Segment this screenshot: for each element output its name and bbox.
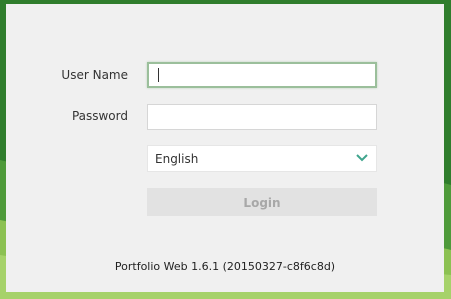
text-cursor <box>158 68 159 82</box>
language-select[interactable]: English <box>147 145 377 172</box>
password-label: Password <box>71 109 128 123</box>
username-label: User Name <box>61 68 128 82</box>
chevron-down-icon <box>356 154 368 162</box>
username-input[interactable] <box>147 62 377 88</box>
language-select-value: English <box>155 152 199 166</box>
login-button[interactable]: Login <box>147 188 377 216</box>
version-text: Portfolio Web 1.6.1 (20150327-c8f6c8d) <box>114 260 336 273</box>
login-panel: User Name Password English Login Portfol… <box>6 4 444 292</box>
password-input[interactable] <box>147 104 377 130</box>
